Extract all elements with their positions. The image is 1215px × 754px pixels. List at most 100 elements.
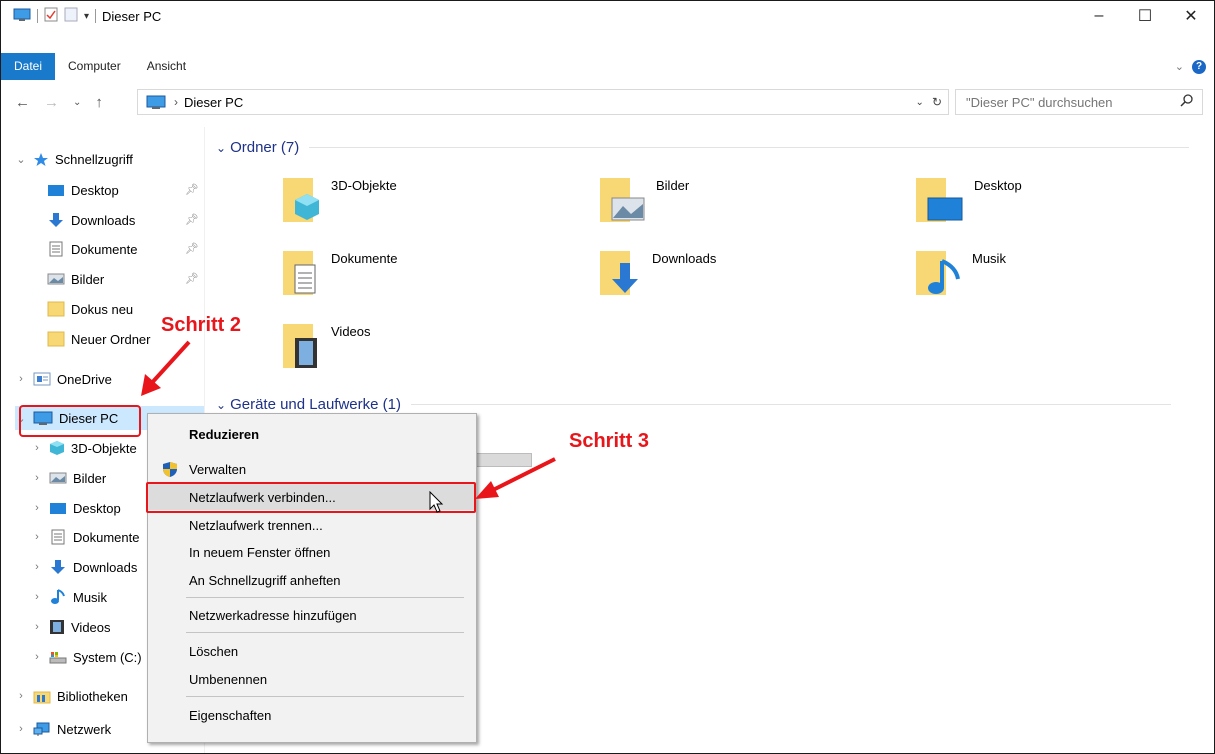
- drive-icon: [49, 650, 67, 664]
- nav-label: OneDrive: [57, 371, 112, 387]
- nav-label: Netzwerk: [57, 721, 112, 737]
- menu-separator: [186, 696, 464, 697]
- menu-item-verwalten[interactable]: Verwalten: [148, 456, 476, 482]
- nav-pc-desktop[interactable]: › Desktop: [31, 496, 121, 520]
- collapsed-chevron-icon[interactable]: ›: [15, 690, 27, 702]
- nav-pc-videos[interactable]: › Videos: [31, 615, 111, 639]
- folder-label: Dokumente: [331, 251, 398, 266]
- nav-pc-bilder[interactable]: › Bilder: [31, 466, 106, 490]
- forward-arrow-icon[interactable]: →: [44, 94, 59, 111]
- collapsed-chevron-icon[interactable]: ›: [31, 621, 43, 633]
- nav-bibliotheken[interactable]: › Bibliotheken: [15, 684, 128, 708]
- nav-quick-bilder[interactable]: Bilder: [47, 267, 104, 291]
- address-bar[interactable]: › Dieser PC ⌄ ↻: [137, 89, 949, 115]
- folder-label: Desktop: [974, 178, 1022, 193]
- minimize-button[interactable]: –: [1076, 1, 1122, 31]
- tab-datei[interactable]: Datei: [1, 53, 56, 80]
- close-button[interactable]: ✕: [1168, 1, 1214, 31]
- maximize-button[interactable]: ☐: [1122, 1, 1168, 31]
- nav-onedrive[interactable]: › OneDrive: [15, 367, 112, 391]
- nav-netzwerk[interactable]: › Netzwerk: [15, 717, 111, 741]
- nav-label: Schnellzugriff: [55, 151, 133, 167]
- menu-item-schnellzugriff-anheften[interactable]: An Schnellzugriff anheften: [148, 567, 476, 593]
- menu-item-umbenennen[interactable]: Umbenennen: [148, 666, 476, 692]
- nav-pc-downloads[interactable]: › Downloads: [31, 555, 137, 579]
- collapsed-chevron-icon[interactable]: ›: [15, 373, 27, 385]
- shield-icon: [162, 461, 178, 481]
- pin-icon[interactable]: 📌︎: [185, 213, 199, 226]
- nav-quick-dokumente[interactable]: Dokumente: [47, 237, 137, 261]
- back-arrow-icon[interactable]: ←: [15, 94, 30, 111]
- pin-icon[interactable]: 📌︎: [185, 183, 199, 196]
- menu-item-netzlaufwerk-trennen[interactable]: Netzlaufwerk trennen...: [148, 512, 476, 538]
- expanded-chevron-icon[interactable]: ⌄: [15, 153, 27, 166]
- new-folder-icon[interactable]: [64, 7, 78, 25]
- breadcrumb-chevron-icon[interactable]: ›: [174, 95, 178, 109]
- folder-tile-desktop[interactable]: Desktop: [914, 174, 1022, 226]
- download-arrow-icon: [47, 212, 65, 228]
- cube-icon: [49, 440, 65, 456]
- collapsed-chevron-icon[interactable]: ›: [31, 591, 43, 603]
- folder-icon: [47, 301, 65, 317]
- nav-label: Videos: [71, 619, 111, 635]
- breadcrumb-dieser-pc[interactable]: Dieser PC: [184, 95, 243, 110]
- collapsed-chevron-icon[interactable]: ›: [31, 651, 43, 663]
- computer-icon[interactable]: [13, 8, 31, 25]
- help-button[interactable]: ?: [1192, 59, 1206, 74]
- customize-toolbar-icon[interactable]: ▾: [84, 11, 89, 22]
- folder-tile-musik[interactable]: Musik: [914, 247, 1006, 299]
- nav-pc-3d-objekte[interactable]: › 3D-Objekte: [31, 436, 137, 460]
- folder-tile-dokumente[interactable]: Dokumente: [281, 247, 397, 299]
- nav-pc-dokumente[interactable]: › Dokumente: [31, 525, 139, 549]
- nav-pc-system-c[interactable]: › System (C:): [31, 645, 141, 669]
- up-arrow-icon[interactable]: ↑: [95, 94, 103, 111]
- menu-item-reduzieren[interactable]: Reduzieren: [148, 421, 476, 447]
- collapsed-chevron-icon[interactable]: ›: [31, 472, 43, 484]
- menu-item-eigenschaften[interactable]: Eigenschaften: [148, 702, 476, 728]
- search-icon[interactable]: [1180, 93, 1194, 110]
- menu-item-loeschen[interactable]: Löschen: [148, 638, 476, 664]
- collapsed-chevron-icon[interactable]: ›: [31, 442, 43, 454]
- address-dropdown-icon[interactable]: ⌄: [916, 97, 924, 108]
- folder-tile-bilder[interactable]: Bilder: [598, 174, 689, 226]
- nav-quick-desktop[interactable]: Desktop: [47, 178, 119, 202]
- download-arrow-icon: [49, 559, 67, 575]
- nav-buttons: ← → ⌄ ↑: [15, 87, 103, 117]
- tab-computer[interactable]: Computer: [55, 53, 134, 80]
- toolbar-separator: [37, 9, 38, 23]
- title-bar: ▾ Dieser PC – ☐ ✕: [1, 1, 1214, 31]
- collapsed-chevron-icon[interactable]: ›: [31, 531, 43, 543]
- film-icon: [49, 619, 65, 635]
- nav-label: Bibliotheken: [57, 688, 128, 704]
- collapsed-chevron-icon[interactable]: ›: [31, 561, 43, 573]
- navigation-row: ← → ⌄ ↑ › Dieser PC ⌄ ↻: [1, 87, 1214, 117]
- refresh-icon[interactable]: ↻: [932, 95, 942, 109]
- desktop-icon: [47, 183, 65, 197]
- tab-ansicht[interactable]: Ansicht: [134, 53, 199, 80]
- folders-group-header[interactable]: ⌄ Ordner (7): [216, 139, 1190, 156]
- collapsed-chevron-icon[interactable]: ›: [31, 502, 43, 514]
- properties-icon[interactable]: [44, 7, 58, 25]
- search-box[interactable]: [955, 89, 1203, 115]
- 3d-objects-folder-icon: [283, 178, 319, 222]
- window-title: Dieser PC: [102, 8, 162, 24]
- menu-item-in-neuem-fenster[interactable]: In neuem Fenster öffnen: [148, 539, 476, 565]
- nav-quick-dokus-neu[interactable]: Dokus neu: [47, 297, 133, 321]
- expand-ribbon-icon[interactable]: ⌄: [1175, 60, 1184, 73]
- search-input[interactable]: [964, 93, 1173, 111]
- nav-label: Dokumente: [71, 241, 138, 257]
- collapsed-chevron-icon[interactable]: ›: [15, 723, 27, 735]
- folder-tile-videos[interactable]: Videos: [281, 320, 371, 372]
- nav-pc-musik[interactable]: › Musik: [31, 585, 107, 609]
- step2-arrow-icon: [141, 340, 191, 396]
- folder-icon: [47, 331, 65, 347]
- folder-tile-downloads[interactable]: Downloads: [598, 247, 716, 299]
- nav-schnellzugriff[interactable]: ⌄ Schnellzugriff: [15, 147, 133, 171]
- nav-quick-downloads[interactable]: Downloads: [47, 208, 135, 232]
- folder-tile-3d-objekte[interactable]: 3D-Objekte: [281, 174, 397, 226]
- menu-item-netzwerkadresse[interactable]: Netzwerkadresse hinzufügen: [148, 602, 476, 628]
- recent-locations-icon[interactable]: ⌄: [73, 97, 81, 108]
- pin-icon[interactable]: 📌︎: [185, 242, 199, 255]
- devices-group-header[interactable]: ⌄ Geräte und Laufwerke (1): [216, 396, 1171, 413]
- pin-icon[interactable]: 📌︎: [185, 272, 199, 285]
